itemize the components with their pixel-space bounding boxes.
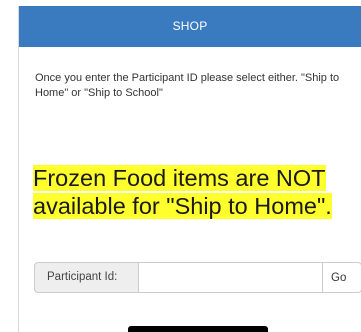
- participant-id-input[interactable]: [139, 262, 322, 293]
- instructions-text: Once you enter the Participant ID please…: [35, 72, 340, 99]
- home-indicator: [128, 326, 268, 332]
- go-button[interactable]: Go: [322, 262, 361, 293]
- shop-panel: SHOP Once you enter the Participant ID p…: [18, 6, 361, 332]
- panel-title: SHOP: [19, 6, 361, 47]
- participant-id-label: Participant Id:: [34, 262, 139, 293]
- frozen-food-notice: Frozen Food items are NOT available for …: [33, 164, 361, 220]
- participant-id-form: Participant Id: Go: [34, 262, 361, 293]
- shop-screen: SHOP Once you enter the Participant ID p…: [0, 0, 361, 332]
- highlighted-notice-text: Frozen Food items are NOT available for …: [33, 165, 332, 219]
